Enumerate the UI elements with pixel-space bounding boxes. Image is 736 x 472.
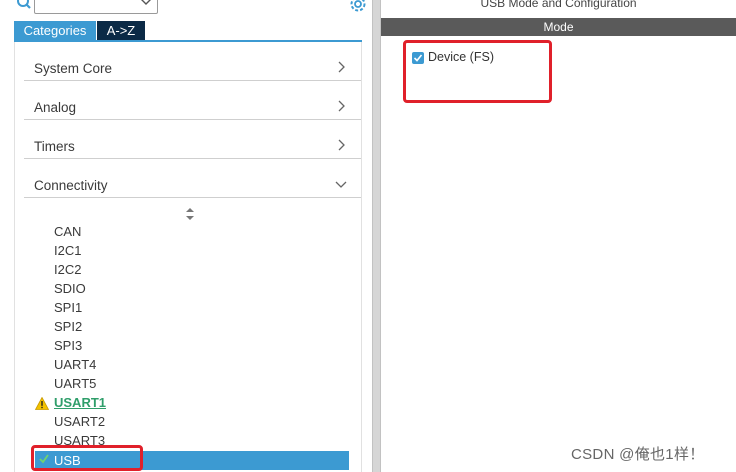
peripheral-item-sdio[interactable]: SDIO xyxy=(54,281,86,296)
peripheral-item-uart4[interactable]: UART4 xyxy=(54,357,96,372)
category-analog[interactable]: Analog xyxy=(24,94,361,120)
warning-icon xyxy=(35,397,49,410)
category-system-core[interactable]: System Core xyxy=(24,55,361,81)
search-input[interactable] xyxy=(34,0,158,14)
peripheral-item-usart2[interactable]: USART2 xyxy=(54,414,105,429)
tab-a-to-z[interactable]: A->Z xyxy=(97,21,145,41)
sort-icon[interactable] xyxy=(185,208,195,220)
category-label: System Core xyxy=(34,61,113,76)
peripheral-item-i2c1[interactable]: I2C1 xyxy=(54,243,81,258)
right-panel: USB Mode and Configuration Mode Device (… xyxy=(381,0,736,472)
tab-categories[interactable]: Categories xyxy=(14,21,96,41)
peripheral-item-spi1[interactable]: SPI1 xyxy=(54,300,82,315)
panel-splitter[interactable] xyxy=(372,0,381,472)
category-label: Timers xyxy=(34,139,75,154)
watermark: CSDN @俺也1样！ xyxy=(571,446,705,463)
peripheral-item-can[interactable]: CAN xyxy=(54,224,81,239)
peripheral-item-usart1[interactable]: USART1 xyxy=(54,395,106,410)
category-connectivity[interactable]: Connectivity xyxy=(24,172,361,198)
left-panel: Categories A->Z System Core Analog Timer… xyxy=(0,0,372,472)
config-title: USB Mode and Configuration xyxy=(480,0,637,10)
search-icon[interactable] xyxy=(16,0,34,12)
chevron-down-icon xyxy=(335,181,347,188)
chevron-right-icon xyxy=(338,61,345,73)
chevron-right-icon xyxy=(338,139,345,151)
category-label: Analog xyxy=(34,100,77,115)
red-annotation-box xyxy=(31,445,143,471)
category-label: Connectivity xyxy=(34,178,108,193)
mode-header: Mode xyxy=(381,18,736,36)
chevron-down-icon[interactable] xyxy=(139,0,153,9)
category-timers[interactable]: Timers xyxy=(24,133,361,159)
red-annotation-box xyxy=(403,40,552,103)
peripheral-item-spi2[interactable]: SPI2 xyxy=(54,319,82,334)
peripheral-item-spi3[interactable]: SPI3 xyxy=(54,338,82,353)
peripheral-item-i2c2[interactable]: I2C2 xyxy=(54,262,81,277)
peripheral-item-uart5[interactable]: UART5 xyxy=(54,376,96,391)
gear-icon[interactable] xyxy=(348,0,368,14)
chevron-right-icon xyxy=(338,100,345,112)
